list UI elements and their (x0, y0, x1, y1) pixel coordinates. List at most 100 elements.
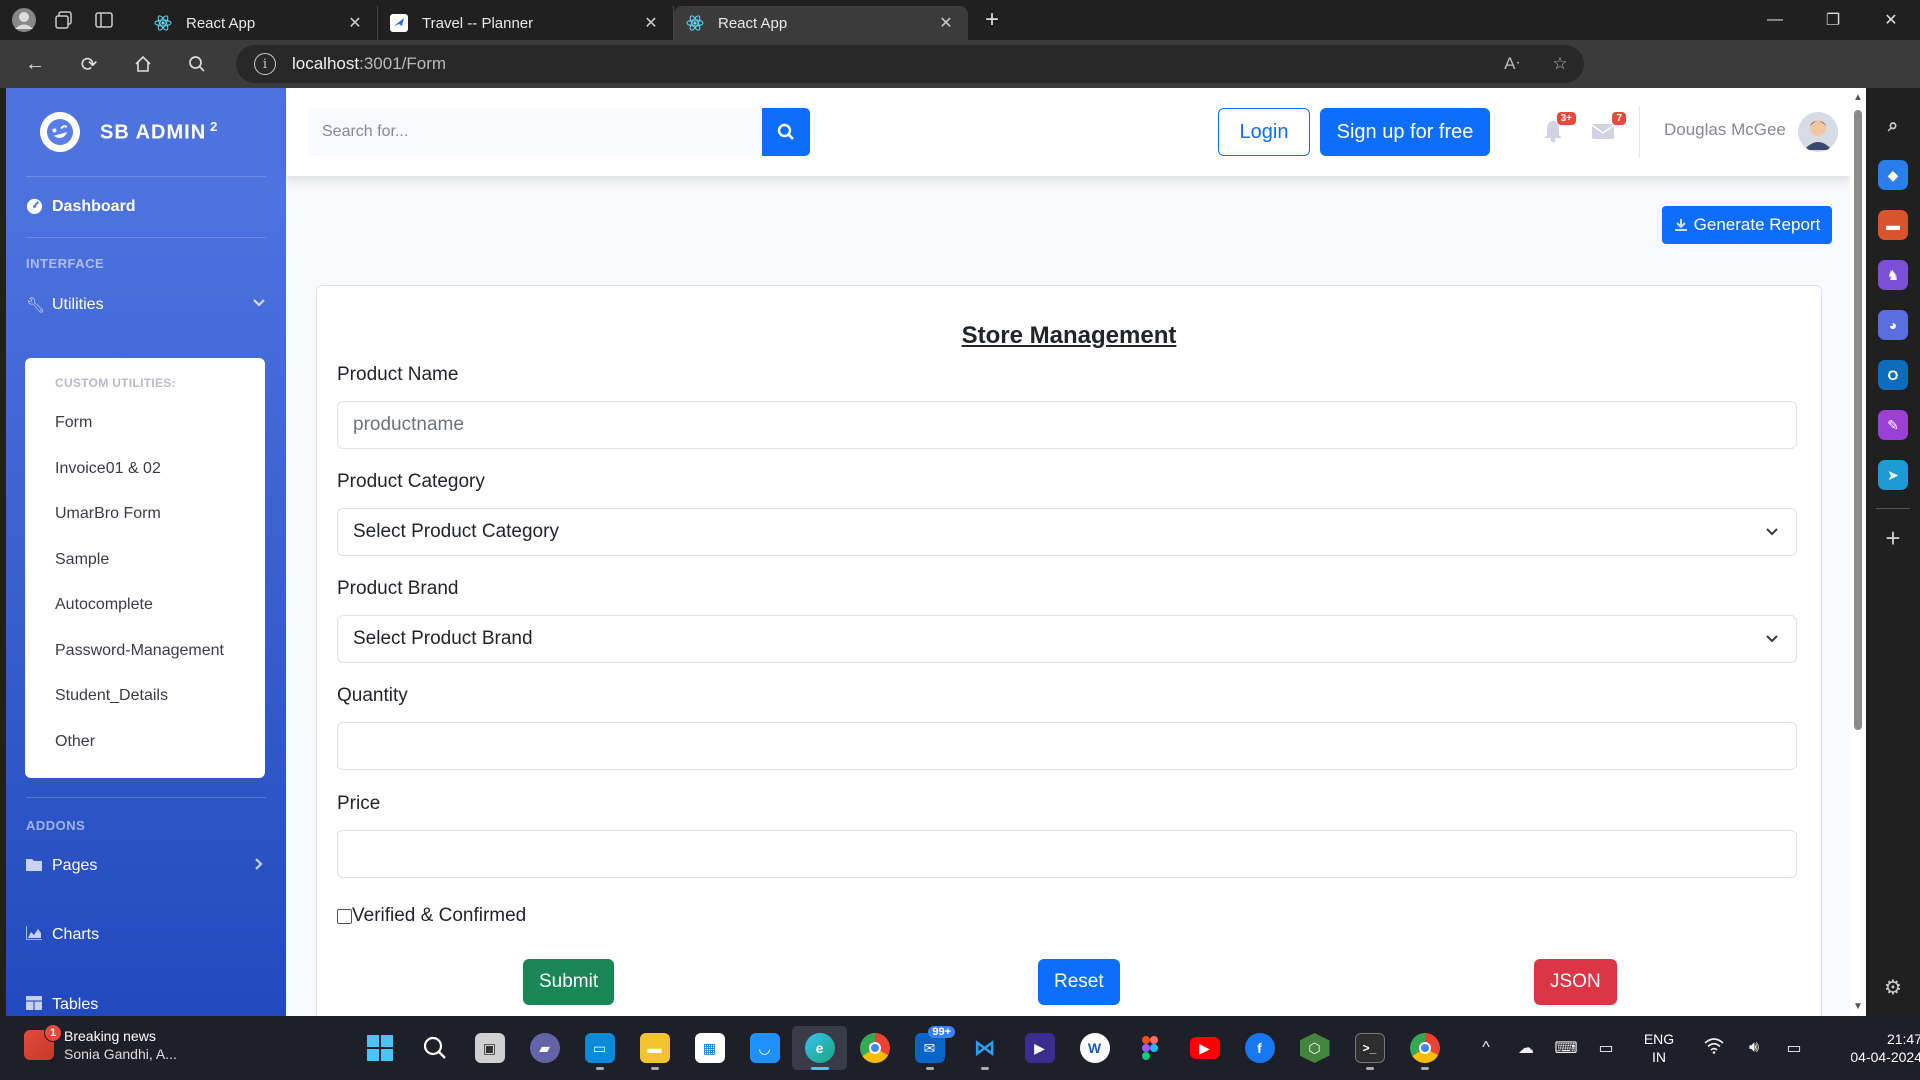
close-icon[interactable]: ✕ (345, 13, 365, 33)
collapse-item-form[interactable]: Form (25, 414, 265, 460)
search-input[interactable] (308, 108, 762, 156)
new-tab-button[interactable]: + (972, 6, 1012, 34)
wifi-icon[interactable] (1694, 1037, 1734, 1059)
file-explorer-icon[interactable]: ▬ (627, 1026, 682, 1070)
read-aloud-icon[interactable]: Aᐧ (1488, 54, 1536, 74)
price-label: Price (337, 793, 381, 814)
profile-icon[interactable] (4, 0, 44, 40)
sidebar-item-utilities[interactable]: 🔧︎ Utilities (6, 277, 286, 333)
vscode-icon[interactable]: ⋈ (957, 1026, 1012, 1070)
vpn-icon[interactable]: ◡ (737, 1026, 792, 1070)
mail-icon[interactable]: ✉ 99+ (902, 1026, 957, 1070)
collapse-item-invoice[interactable]: Invoice01 & 02 (25, 460, 265, 506)
collapse-item-password-management[interactable]: Password-Management (25, 642, 265, 688)
terminal-icon[interactable]: >_ (1342, 1026, 1397, 1070)
search-icon[interactable] (170, 44, 224, 84)
workspaces-icon[interactable] (44, 0, 84, 40)
settings-gear-icon[interactable]: ⚙ (1884, 975, 1902, 1000)
brand-name: SB ADMIN 2 (100, 119, 219, 144)
home-icon[interactable] (116, 44, 170, 84)
designer-icon[interactable]: ✎ (1878, 410, 1908, 440)
verified-checkbox[interactable] (337, 908, 352, 924)
news-widget[interactable]: 1 Breaking news Sonia Gandhi, A... (24, 1024, 177, 1062)
display-icon[interactable]: ▭ (1586, 1038, 1626, 1058)
sidebar-brand[interactable]: SB ADMIN 2 (6, 88, 286, 176)
reset-button[interactable]: Reset (1038, 959, 1120, 1005)
signup-button[interactable]: Sign up for free (1320, 108, 1490, 156)
scrollbar-thumb[interactable] (1854, 110, 1862, 730)
browser-tab-bar: React App ✕ Travel -- Planner ✕ React Ap… (0, 0, 1920, 40)
close-icon[interactable]: ✕ (641, 13, 661, 33)
games-icon[interactable]: ♞ (1878, 260, 1908, 290)
product-brand-select[interactable]: Select Product Brand (337, 615, 1797, 663)
keyboard-icon[interactable]: ⌨ (1546, 1038, 1586, 1058)
figma-icon[interactable] (1122, 1026, 1177, 1070)
clock[interactable]: 21:47 04-04-2024 (1838, 1030, 1920, 1066)
send-icon[interactable]: ➤ (1878, 460, 1908, 490)
taskbar-search-icon[interactable] (407, 1026, 462, 1070)
onedrive-cloud-icon[interactable]: ☁ (1506, 1038, 1546, 1058)
tab-react-app-1[interactable]: React App ✕ (142, 6, 378, 40)
product-category-select[interactable]: Select Product Category (337, 508, 1797, 556)
search-button[interactable] (762, 108, 810, 156)
tab-react-app-2[interactable]: React App ✕ (674, 6, 968, 40)
start-button[interactable] (352, 1026, 407, 1070)
search-icon[interactable]: ⌕ (1878, 110, 1908, 140)
submit-button[interactable]: Submit (523, 959, 615, 1005)
collapse-item-other[interactable]: Other (25, 733, 265, 779)
collapse-item-student-details[interactable]: Student_Details (25, 687, 265, 733)
price-input[interactable] (337, 830, 1797, 878)
address-bar[interactable]: i localhost:3001/Form Aᐧ ☆ (236, 45, 1584, 83)
chrome-icon[interactable] (847, 1026, 902, 1070)
media-player-icon[interactable]: ▶ (1012, 1026, 1067, 1070)
back-icon[interactable]: ← (8, 44, 62, 84)
scroll-up-icon[interactable]: ▲ (1853, 92, 1863, 103)
product-name-input[interactable] (337, 401, 1797, 449)
add-panel-icon[interactable]: + (1885, 523, 1900, 554)
avatar[interactable] (1798, 112, 1838, 152)
show-hidden-icons-chevron-icon[interactable]: ^ (1466, 1039, 1506, 1057)
edge-browser-icon[interactable]: e (792, 1026, 847, 1070)
refresh-icon[interactable]: ⟳ (62, 44, 116, 84)
site-info-icon[interactable]: i (254, 53, 276, 75)
quantity-input[interactable] (337, 722, 1797, 770)
scroll-down-icon[interactable]: ▼ (1853, 1001, 1863, 1012)
shopping-icon[interactable]: ◆ (1878, 160, 1908, 190)
tab-travel-planner[interactable]: Travel -- Planner ✕ (378, 6, 674, 40)
login-button[interactable]: Login (1218, 108, 1310, 156)
sidebar-item-charts[interactable]: Charts (6, 906, 286, 964)
copilot-app-icon[interactable]: ◕ (1878, 310, 1908, 340)
user-name[interactable]: Douglas McGee (1664, 120, 1786, 140)
battery-icon[interactable]: ▭ (1774, 1038, 1814, 1058)
generate-report-button[interactable]: Generate Report (1662, 206, 1832, 244)
close-window-icon[interactable]: ✕ (1862, 0, 1920, 40)
sidebar-item-dashboard[interactable]: Dashboard (6, 177, 286, 237)
task-view-icon[interactable]: ▣ (462, 1026, 517, 1070)
restore-icon[interactable]: ❐ (1804, 0, 1862, 40)
page-scrollbar[interactable]: ▲ ▼ (1850, 88, 1866, 1016)
microsoft-store-icon[interactable]: ▦ (682, 1026, 737, 1070)
word-icon[interactable]: W (1067, 1026, 1122, 1070)
favorite-star-icon[interactable]: ☆ (1536, 54, 1584, 74)
minimize-icon[interactable]: — (1746, 0, 1804, 40)
chrome-dev-icon[interactable] (1397, 1026, 1452, 1070)
sidebar-item-tables[interactable]: Tables (6, 976, 286, 1016)
sidebar-item-pages[interactable]: Pages (6, 837, 286, 895)
youtube-icon[interactable]: ▶ (1177, 1026, 1232, 1070)
tab-actions-icon[interactable] (84, 0, 124, 40)
language-indicator[interactable]: ENG IN (1634, 1030, 1684, 1066)
messages-envelope-icon[interactable]: 7 (1590, 112, 1626, 148)
collapse-item-umarbro-form[interactable]: UmarBro Form (25, 505, 265, 551)
nodejs-icon[interactable]: ⬡ (1287, 1026, 1342, 1070)
outlook-icon[interactable]: O (1878, 360, 1908, 390)
teams-chat-icon[interactable]: ▰ (517, 1026, 572, 1070)
collapse-item-autocomplete[interactable]: Autocomplete (25, 596, 265, 642)
alerts-bell-icon[interactable]: 3+ (1540, 112, 1576, 148)
collapse-item-sample[interactable]: Sample (25, 551, 265, 597)
json-button[interactable]: JSON (1534, 959, 1617, 1005)
facebook-icon[interactable]: f (1232, 1026, 1287, 1070)
close-icon[interactable]: ✕ (936, 13, 956, 33)
volume-icon[interactable]: 🔊︎ (1734, 1039, 1774, 1057)
remote-desktop-icon[interactable]: ▭ (572, 1026, 627, 1070)
tools-icon[interactable]: ▬ (1878, 210, 1908, 240)
